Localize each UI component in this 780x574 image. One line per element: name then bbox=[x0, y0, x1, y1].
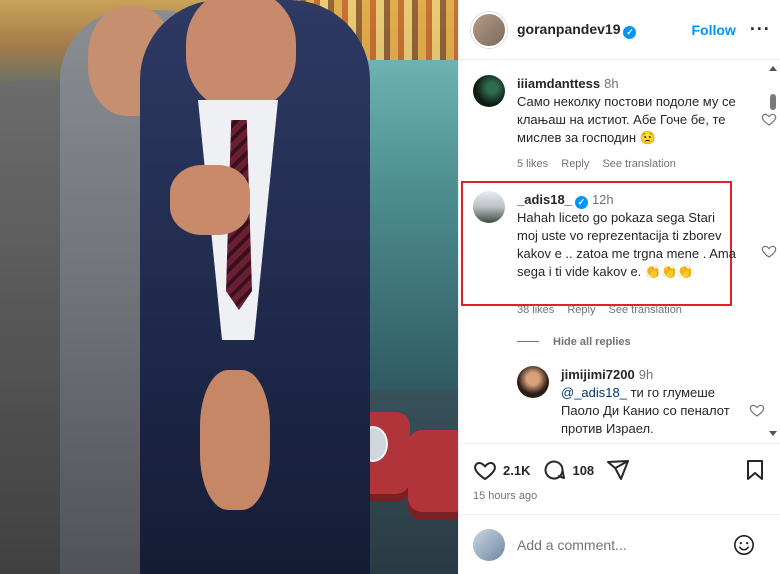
follow-button[interactable]: Follow bbox=[691, 22, 735, 38]
comment-likes[interactable]: 38 likes bbox=[517, 304, 554, 316]
save-bookmark-icon[interactable] bbox=[743, 458, 767, 482]
comments-list[interactable]: iiiamdanttess 8h Само неколку постови под… bbox=[459, 61, 780, 442]
share-send-icon[interactable] bbox=[606, 458, 630, 482]
scroll-down-arrow-icon[interactable] bbox=[769, 431, 777, 436]
like-count[interactable]: 2.1K bbox=[503, 463, 530, 478]
like-heart-icon[interactable] bbox=[473, 458, 497, 482]
verified-badge-icon: ✓ bbox=[574, 196, 588, 209]
author-username[interactable]: goranpandev19 ✓ bbox=[517, 21, 637, 39]
current-user-avatar bbox=[473, 528, 505, 561]
reply-button[interactable]: Reply bbox=[567, 304, 595, 316]
add-comment-input[interactable] bbox=[517, 536, 727, 553]
reply-time: 9h bbox=[638, 367, 654, 382]
emoji-icon[interactable] bbox=[733, 534, 755, 556]
post-photo bbox=[0, 0, 458, 574]
see-translation-link[interactable]: See translation bbox=[602, 158, 675, 170]
reply-button[interactable]: Reply bbox=[561, 158, 589, 170]
commenter-username[interactable]: _adis18_ bbox=[517, 192, 572, 207]
more-options-icon[interactable]: ··· bbox=[750, 19, 771, 40]
post-header: goranpandev19 ✓ Follow ··· bbox=[459, 0, 780, 60]
comment-bubble-icon[interactable] bbox=[542, 458, 566, 482]
commenter-avatar[interactable] bbox=[473, 191, 505, 223]
comment-likes[interactable]: 5 likes bbox=[517, 158, 548, 170]
add-comment-bar bbox=[459, 514, 780, 574]
see-translation-link[interactable]: See translation bbox=[609, 304, 682, 316]
reply-mention-link[interactable]: @_adis18_ bbox=[561, 385, 627, 400]
hide-replies-button[interactable]: Hide all replies bbox=[517, 336, 631, 348]
like-reply-heart-icon[interactable] bbox=[749, 402, 765, 418]
commenter-avatar[interactable] bbox=[473, 75, 505, 107]
comment-text: Само неколку постови подоле му се клањаш… bbox=[517, 94, 736, 145]
comment-count[interactable]: 108 bbox=[572, 463, 594, 478]
scrollbar-thumb[interactable] bbox=[770, 94, 776, 110]
verified-badge-icon: ✓ bbox=[623, 25, 637, 39]
stadium-seat bbox=[408, 430, 458, 520]
comment-time: 12h bbox=[591, 192, 614, 207]
scroll-up-arrow-icon[interactable] bbox=[769, 66, 777, 71]
replier-username[interactable]: jimijimi7200 bbox=[561, 367, 635, 382]
hand-lower bbox=[200, 370, 270, 510]
comment-text: Hahah liceto go pokaza sega Stari moj us… bbox=[517, 210, 736, 279]
hand-on-chest bbox=[170, 165, 250, 235]
post-time-ago: 15 hours ago bbox=[473, 490, 538, 502]
comment-time: 8h bbox=[604, 76, 619, 91]
replier-avatar[interactable] bbox=[517, 366, 549, 398]
comments-scrollbar[interactable] bbox=[768, 62, 778, 440]
post-side-panel: goranpandev19 ✓ Follow ··· iiiamdanttess 8… bbox=[458, 0, 780, 574]
author-avatar[interactable] bbox=[471, 11, 507, 48]
post-actions-bar: 2.1K 108 15 hours ago bbox=[459, 443, 780, 513]
commenter-username[interactable]: iiiamdanttess bbox=[517, 76, 600, 91]
